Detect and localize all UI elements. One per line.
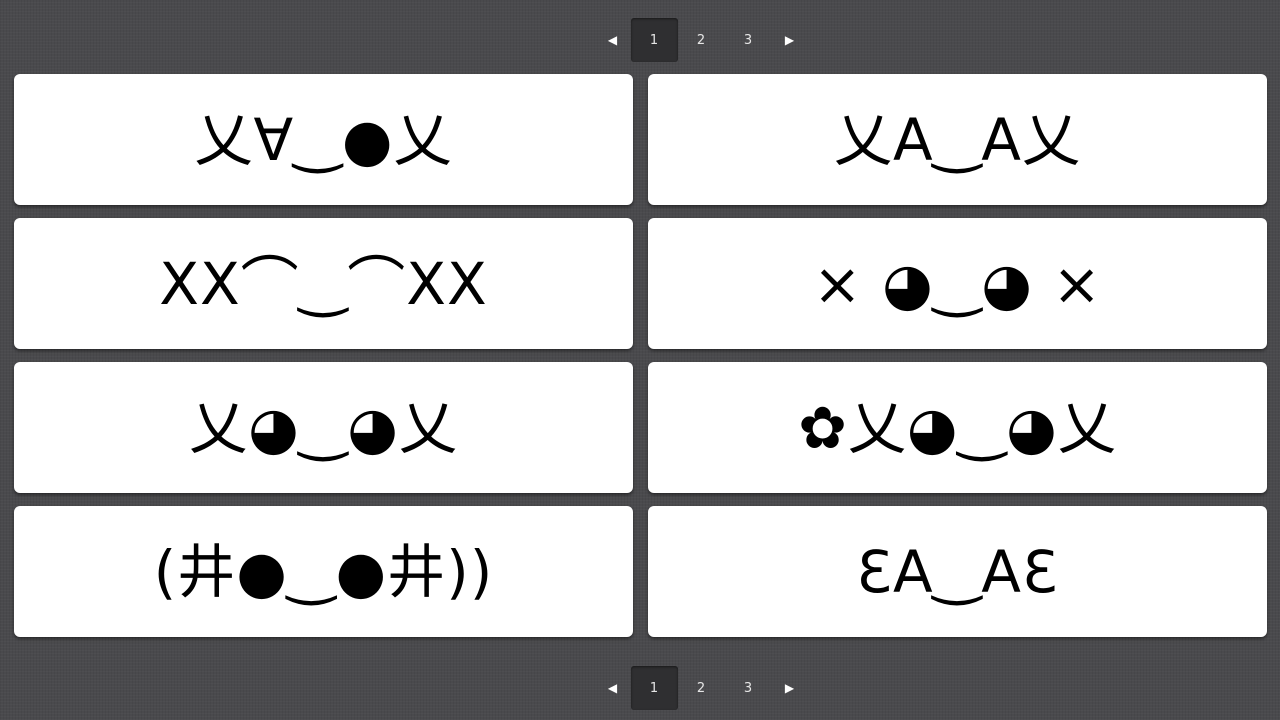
emoticon-card[interactable]: ƐA‿AƐ (648, 506, 1267, 637)
emoticon-card[interactable]: 乂A‿A乂 (648, 74, 1267, 205)
emoticon-card[interactable]: (井●‿●井)) (14, 506, 633, 637)
emoticon-card[interactable]: 乂◕‿◕乂 (14, 362, 633, 493)
emoticon-card[interactable]: XX⌒‿⌒XX (14, 218, 633, 349)
emoticon-text: 乂◕‿◕乂 (189, 393, 458, 462)
pagination-controls: ◀ 1 2 3 ▶ (595, 666, 808, 710)
pagination-controls: ◀ 1 2 3 ▶ (595, 18, 808, 62)
page-3-button[interactable]: 3 (725, 18, 772, 62)
page-3-button[interactable]: 3 (725, 666, 772, 710)
emoticon-card[interactable]: ✿乂◕‿◕乂 (648, 362, 1267, 493)
page-2-button[interactable]: 2 (678, 18, 725, 62)
prev-page-icon[interactable]: ◀ (595, 18, 631, 62)
emoticon-text: XX⌒‿⌒XX (159, 249, 488, 318)
emoticon-text: 乂A‿A乂 (834, 105, 1081, 174)
page-2-button[interactable]: 2 (678, 666, 725, 710)
emoticon-text: ✿乂◕‿◕乂 (798, 393, 1117, 462)
emoticon-text: × ◕‿◕ × (813, 249, 1102, 318)
next-page-icon[interactable]: ▶ (772, 666, 808, 710)
emoticon-text: ƐA‿AƐ (856, 537, 1059, 606)
prev-page-icon[interactable]: ◀ (595, 666, 631, 710)
page-1-button[interactable]: 1 (630, 18, 678, 62)
emoticon-card[interactable]: 乂∀‿●乂 (14, 74, 633, 205)
page-1-button[interactable]: 1 (630, 666, 678, 710)
next-page-icon[interactable]: ▶ (772, 18, 808, 62)
emoticon-text: (井●‿●井)) (153, 537, 494, 606)
emoticon-grid: 乂∀‿●乂 乂A‿A乂 XX⌒‿⌒XX × ◕‿◕ × 乂◕‿◕乂 ✿乂◕‿◕乂… (14, 74, 1267, 637)
pagination-top: ◀ 1 2 3 ▶ (0, 18, 1280, 62)
emoticon-card[interactable]: × ◕‿◕ × (648, 218, 1267, 349)
emoticon-text: 乂∀‿●乂 (194, 105, 453, 174)
pagination-bottom: ◀ 1 2 3 ▶ (0, 666, 1280, 710)
